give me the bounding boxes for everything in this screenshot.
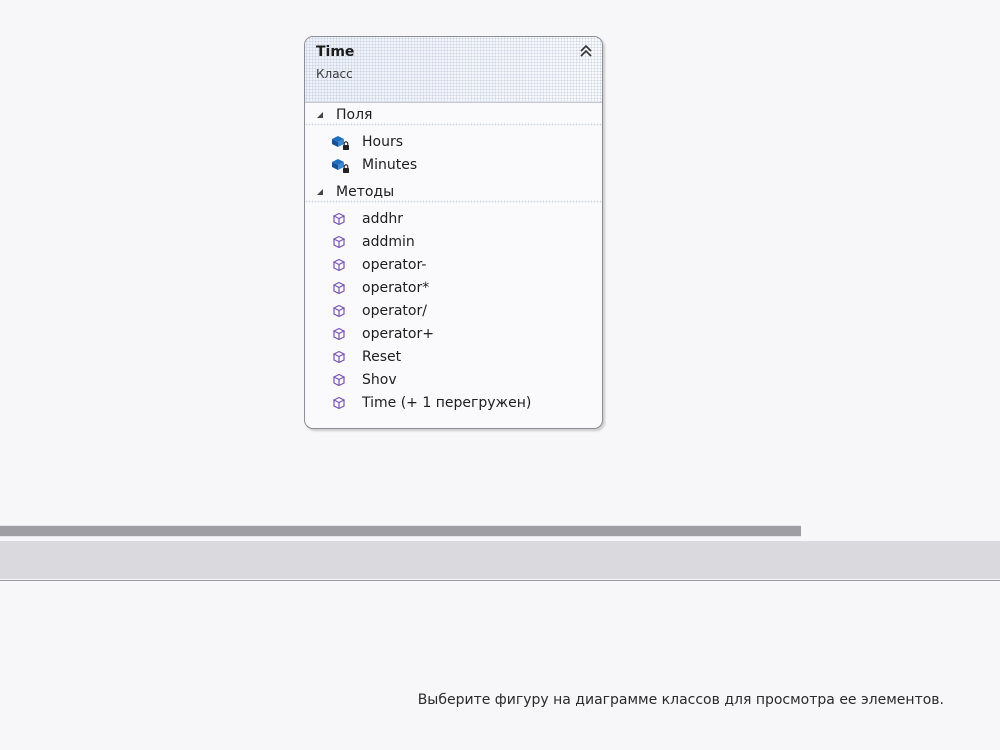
member-name: Minutes (362, 157, 418, 173)
class-kind: Класс (316, 67, 353, 81)
method-item[interactable]: Shov (305, 370, 602, 392)
pane-splitter (0, 525, 1000, 581)
field-item[interactable]: Minutes (305, 155, 602, 177)
compartment-header-methods[interactable]: Методы (305, 182, 602, 204)
splitter-grip[interactable] (0, 541, 1000, 579)
member-name: operator- (362, 257, 427, 273)
method-item[interactable]: Time (+ 1 перегружен) (305, 393, 602, 415)
member-name: Reset (362, 349, 402, 365)
method-cube-icon (331, 211, 351, 229)
method-item[interactable]: operator* (305, 278, 602, 300)
member-name: operator/ (362, 303, 427, 319)
double-chevron-up-icon (580, 44, 592, 57)
method-cube-icon (331, 395, 351, 413)
compartment-label: Методы (336, 184, 395, 200)
expand-triangle-icon[interactable] (317, 189, 323, 195)
method-item[interactable]: addmin (305, 232, 602, 254)
class-shape-header[interactable]: Time Класс (305, 37, 602, 103)
class-diagram-canvas[interactable]: Time Класс Поля Hours Minutes Методы addhr ad… (0, 0, 1000, 525)
class-details-pane: Выберите фигуру на диаграмме классов для… (0, 581, 1000, 750)
method-cube-icon (331, 372, 351, 390)
compartment-separator (305, 200, 602, 203)
method-cube-icon (331, 257, 351, 275)
member-name: Time (+ 1 перегружен) (362, 395, 532, 411)
method-cube-icon (331, 303, 351, 321)
collapse-shape-button[interactable] (578, 43, 594, 59)
horizontal-scrollbar[interactable] (0, 525, 801, 537)
member-name: Hours (362, 134, 404, 150)
method-cube-icon (331, 234, 351, 252)
method-item[interactable]: addhr (305, 209, 602, 231)
member-name: operator+ (362, 326, 434, 342)
method-item[interactable]: operator- (305, 255, 602, 277)
member-name: addhr (362, 211, 403, 227)
field-lock-icon (331, 157, 351, 175)
field-lock-icon (331, 134, 351, 152)
method-item[interactable]: operator/ (305, 301, 602, 323)
compartment-header-fields[interactable]: Поля (305, 105, 602, 127)
method-cube-icon (331, 280, 351, 298)
member-name: Shov (362, 372, 397, 388)
field-item[interactable]: Hours (305, 132, 602, 154)
method-cube-icon (331, 326, 351, 344)
scrollbar-thumb[interactable] (0, 526, 801, 536)
method-item[interactable]: operator+ (305, 324, 602, 346)
class-shape-time[interactable]: Time Класс Поля Hours Minutes Методы addhr ad… (304, 36, 603, 429)
method-cube-icon (331, 349, 351, 367)
member-name: addmin (362, 234, 415, 250)
details-hint-text: Выберите фигуру на диаграмме классов для… (417, 692, 944, 708)
method-item[interactable]: Reset (305, 347, 602, 369)
compartment-label: Поля (336, 107, 373, 123)
compartment-separator (305, 123, 602, 126)
expand-triangle-icon[interactable] (317, 112, 323, 118)
member-name: operator* (362, 280, 430, 296)
class-name: Time (316, 44, 355, 60)
